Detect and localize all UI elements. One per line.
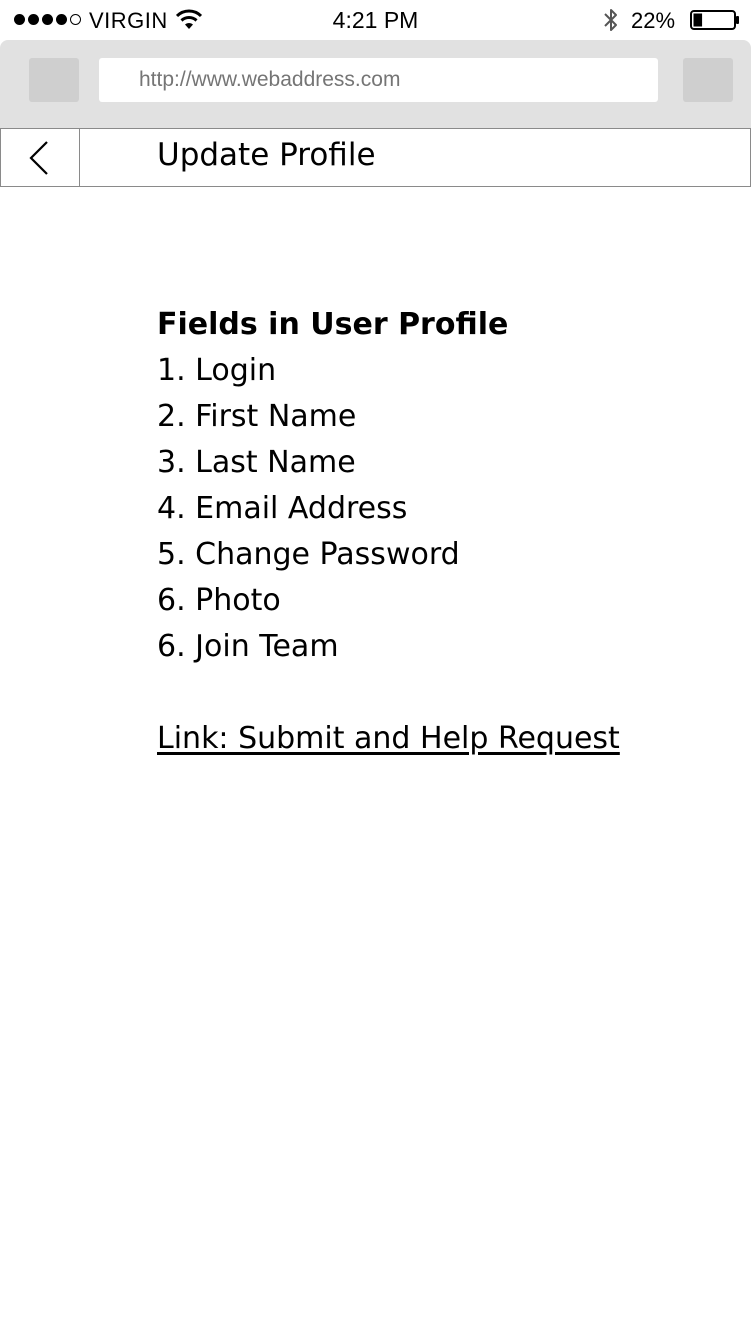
main-content: Fields in User Profile 1. Login 2. First… [157,302,717,762]
url-input[interactable] [99,58,658,102]
browser-left-button[interactable] [29,58,79,102]
list-item: 3. Last Name [157,445,356,480]
help-request-link[interactable]: Link: Submit and Help Request [157,716,620,762]
list-item: 6. Join Team [157,629,339,664]
battery-icon [690,10,739,30]
list-item: 2. First Name [157,399,357,434]
bluetooth-icon [604,9,617,31]
browser-right-button[interactable] [683,58,733,102]
list-item: 6. Photo [157,583,281,618]
page-title: Update Profile [157,137,376,173]
back-button[interactable] [1,129,80,186]
section-heading: Fields in User Profile [157,307,509,342]
browser-toolbar [0,40,751,128]
status-bar: VIRGIN 4:21 PM 22% [0,0,751,40]
list-item: 1. Login [157,353,277,388]
page-header: Update Profile [0,128,751,187]
battery-percentage: 22% [631,8,676,33]
chevron-left-icon [29,141,48,175]
profile-field-list: 1. Login 2. First Name 3. Last Name 4. E… [157,348,717,670]
list-item: 5. Change Password [157,537,460,572]
list-item: 4. Email Address [157,491,408,526]
